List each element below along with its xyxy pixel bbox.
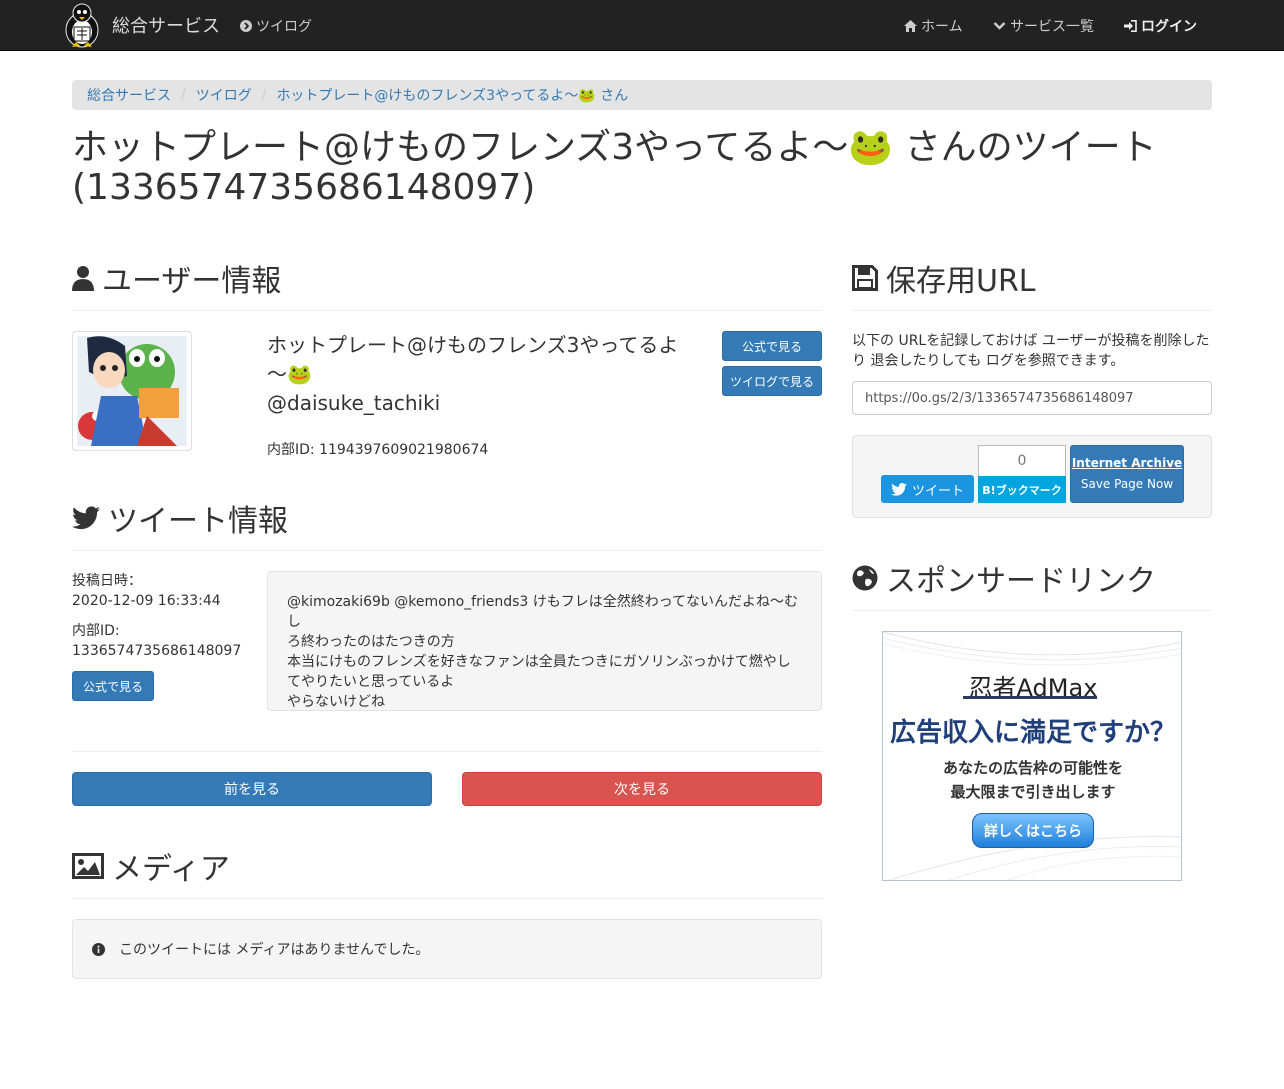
info-circle-icon [92,942,105,956]
breadcrumb-separator: / [261,87,267,103]
breadcrumb-separator: / [181,87,186,103]
ad-banner[interactable]: 忍者AdMax 広告収入に満足ですか？ あなたの広告枠の可能性を 最大限まで引き… [882,631,1182,881]
divider [852,610,1212,611]
tweet-text-line: てやりたいと思っているよ [287,674,455,690]
user-icon [72,265,94,291]
chevron-circle-right-icon [240,20,252,32]
user-name-block: ホットプレート@けものフレンズ3やってるよ～🐸 @daisuke_tachiki [267,331,687,418]
breadcrumb: 総合サービス / ツイログ / ホットプレート@けものフレンズ3やってるよ～🐸 … [72,80,1212,110]
tweet-info-heading-text: ツイート情報 [108,504,288,539]
internet-archive-subtitle: Save Page Now [1080,477,1174,491]
user-info-heading: ユーザー情報 [72,256,281,300]
brand-link[interactable]: 総合サービス [60,0,220,50]
nav-services-label: サービス一覧 [1010,19,1094,35]
breadcrumb-item-user[interactable]: ホットプレート@けものフレンズ3やってるよ～🐸 さん [276,85,628,105]
tweet-text-line: ろ終わったのはたつきの方 [287,634,455,650]
ad-body-line: 最大限まで引き出します [950,783,1116,801]
media-empty-box: このツイートには メディアはありませんでした。 [72,919,822,979]
nav-tweelog-label: ツイログ [256,19,312,35]
save-url-heading-text: 保存用URL [886,264,1036,299]
breadcrumb-item-tweelog[interactable]: ツイログ [196,85,252,105]
avatar [72,331,192,451]
nav-services[interactable]: サービス一覧 [993,16,1094,36]
divider [852,310,1212,311]
ad-body: あなたの広告枠の可能性を 最大限まで引き出します [883,756,1181,804]
user-display-name: ホットプレート@けものフレンズ3やってるよ～🐸 [267,333,679,386]
media-heading: メディア [72,844,230,888]
hatena-count: 0 [978,445,1066,476]
penguin-logo-icon [65,3,99,48]
tweet-text-line: やらないけどね [287,694,385,710]
user-official-button[interactable]: 公式で見る [722,331,822,361]
tweet-text-line: 本当にけものフレンズを好きなファンは全員たつきにガソリンぶっかけて燃やし [287,654,791,670]
tweet-official-button[interactable]: 公式で見る [72,671,154,701]
tweet-text-box: @kimozaki69b @kemono_friends3 けもフレは全然終わっ… [267,571,822,711]
sponsor-heading: スポンサードリンク [852,556,1156,600]
tweet-info-heading: ツイート情報 [72,496,288,540]
nav-home[interactable]: ホーム [904,16,963,36]
tweet-share-label: ツイート [911,483,964,499]
breadcrumb-item-home[interactable]: 総合サービス [87,85,171,105]
save-url-input[interactable]: https://0o.gs/2/3/1336574735686148097 [852,381,1212,415]
nav-tweelog[interactable]: ツイログ [240,16,312,36]
brand-name: 総合サービス [112,16,220,37]
divider [72,751,822,752]
ad-headline: 広告収入に満足ですか？ [889,718,1176,748]
user-info-heading-text: ユーザー情報 [102,264,282,299]
picture-icon [72,853,104,879]
divider [72,898,822,899]
media-empty-text: このツイートには メディアはありませんでした。 [119,942,430,958]
navbar: 総合サービス ツイログ ホーム サービス一覧 ログイン [0,0,1284,51]
page-title: ホットプレート@けものフレンズ3やってるよ～🐸 さんのツイート(13365747… [72,127,1157,208]
next-button[interactable]: 次を見る [462,772,822,806]
twitter-bird-icon [891,482,907,496]
posted-label: 投稿日時： [72,573,142,589]
twitter-bird-icon [72,506,100,530]
home-icon [904,20,917,32]
prev-button[interactable]: 前を見る [72,772,432,806]
save-url-heading: 保存用URL [852,256,1036,300]
posted-value: 2020-12-09 16:33:44 [72,593,221,609]
ad-logo-underline [963,696,1097,699]
internet-archive-title: Internet Archive [1071,456,1183,470]
sponsor-heading-text: スポンサードリンク [886,564,1156,599]
tweet-id-value: 1336574735686148097 [72,643,242,659]
nav-login-label: ログイン [1141,19,1197,35]
tweet-text: @kimozaki69b @kemono_friends3 けもフレは全然終わっ… [287,592,802,712]
ad-details-button[interactable]: 詳しくはこちら [972,813,1094,848]
nav-home-label: ホーム [921,19,963,35]
user-tweelog-button[interactable]: ツイログで見る [722,366,822,396]
divider [72,550,822,551]
media-heading-text: メディア [112,852,230,887]
hatena-bookmark-button[interactable]: B!ブックマーク [978,476,1066,503]
floppy-disk-icon [852,265,878,291]
tweet-text-line: @kimozaki69b @kemono_friends3 けもフレは全然終わっ… [287,594,799,630]
nav-login[interactable]: ログイン [1124,16,1197,36]
avatar-image [77,336,187,446]
user-internal-id: 内部ID: 1194397609021980674 [267,442,489,458]
ad-body-line: あなたの広告枠の可能性を [942,759,1123,777]
tweet-share-button[interactable]: ツイート [881,475,974,503]
chevron-down-icon [993,21,1006,31]
save-url-description: 以下の URLを記録しておけば ユーザーが投稿を削除したり 退会したりしても ロ… [852,333,1210,369]
divider [72,310,822,311]
sign-in-icon [1124,20,1137,32]
globe-icon [852,565,878,591]
user-screen-name: @daisuke_tachiki [267,391,441,415]
internet-archive-button[interactable]: Internet Archive Save Page Now [1070,445,1184,503]
tweet-id-label: 内部ID: [72,623,120,639]
